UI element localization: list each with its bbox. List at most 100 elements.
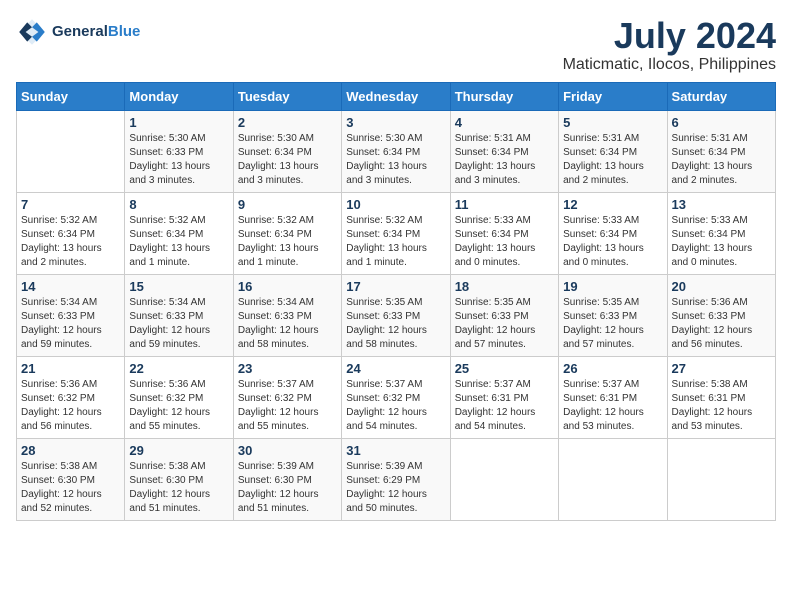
calendar-cell: 16 Sunrise: 5:34 AMSunset: 6:33 PMDayligh…: [233, 274, 341, 356]
day-info: Sunrise: 5:31 AMSunset: 6:34 PMDaylight:…: [672, 132, 771, 188]
day-number: 2: [238, 115, 337, 130]
calendar-cell: [559, 438, 667, 520]
day-number: 28: [21, 443, 120, 458]
day-number: 12: [563, 197, 662, 212]
weekday-header-row: SundayMondayTuesdayWednesdayThursdayFrid…: [17, 82, 776, 110]
day-number: 16: [238, 279, 337, 294]
day-number: 7: [21, 197, 120, 212]
weekday-header: Thursday: [450, 82, 558, 110]
calendar-week-row: 1 Sunrise: 5:30 AMSunset: 6:33 PMDaylight…: [17, 110, 776, 192]
calendar-cell: 10 Sunrise: 5:32 AMSunset: 6:34 PMDayligh…: [342, 192, 450, 274]
day-number: 9: [238, 197, 337, 212]
calendar-cell: 27 Sunrise: 5:38 AMSunset: 6:31 PMDayligh…: [667, 356, 775, 438]
calendar-cell: 29Sunrise: 5:38 AMSunset: 6:30 PMDayligh…: [125, 438, 233, 520]
month-title: July 2024: [563, 16, 776, 56]
calendar-cell: 13 Sunrise: 5:33 AMSunset: 6:34 PMDayligh…: [667, 192, 775, 274]
day-number: 21: [21, 361, 120, 376]
calendar-cell: 30Sunrise: 5:39 AMSunset: 6:30 PMDayligh…: [233, 438, 341, 520]
calendar-cell: 18Sunrise: 5:35 AMSunset: 6:33 PMDayligh…: [450, 274, 558, 356]
day-info: Sunrise: 5:33 AMSunset: 6:34 PMDaylight:…: [672, 214, 771, 270]
day-info: Sunrise: 5:39 AMSunset: 6:29 PMDaylight:…: [346, 460, 445, 516]
day-info: Sunrise: 5:38 AMSunset: 6:31 PMDaylight:…: [672, 378, 771, 434]
calendar-cell: 26 Sunrise: 5:37 AMSunset: 6:31 PMDayligh…: [559, 356, 667, 438]
location-title: Maticmatic, Ilocos, Philippines: [563, 56, 776, 74]
day-info: Sunrise: 5:31 AMSunset: 6:34 PMDaylight:…: [563, 132, 662, 188]
calendar-cell: 24Sunrise: 5:37 AMSunset: 6:32 PMDayligh…: [342, 356, 450, 438]
weekday-header: Friday: [559, 82, 667, 110]
day-number: 31: [346, 443, 445, 458]
day-number: 24: [346, 361, 445, 376]
logo-text: GeneralBlue: [52, 23, 140, 41]
day-info: Sunrise: 5:35 AMSunset: 6:33 PMDaylight:…: [563, 296, 662, 352]
day-info: Sunrise: 5:32 AMSunset: 6:34 PMDaylight:…: [21, 214, 120, 270]
day-number: 4: [455, 115, 554, 130]
calendar-cell: 6 Sunrise: 5:31 AMSunset: 6:34 PMDaylight…: [667, 110, 775, 192]
day-info: Sunrise: 5:33 AMSunset: 6:34 PMDaylight:…: [563, 214, 662, 270]
day-number: 15: [129, 279, 228, 294]
day-number: 3: [346, 115, 445, 130]
day-info: Sunrise: 5:36 AMSunset: 6:32 PMDaylight:…: [21, 378, 120, 434]
calendar-cell: [667, 438, 775, 520]
day-info: Sunrise: 5:38 AMSunset: 6:30 PMDaylight:…: [129, 460, 228, 516]
day-number: 23: [238, 361, 337, 376]
day-number: 20: [672, 279, 771, 294]
day-number: 8: [129, 197, 228, 212]
calendar-cell: 17Sunrise: 5:35 AMSunset: 6:33 PMDayligh…: [342, 274, 450, 356]
day-number: 14: [21, 279, 120, 294]
calendar-cell: 22 Sunrise: 5:36 AMSunset: 6:32 PMDayligh…: [125, 356, 233, 438]
calendar-cell: 2Sunrise: 5:30 AMSunset: 6:34 PMDaylight…: [233, 110, 341, 192]
weekday-header: Monday: [125, 82, 233, 110]
page-header: GeneralBlue July 2024 Maticmatic, Ilocos…: [16, 16, 776, 74]
logo: GeneralBlue: [16, 16, 140, 48]
weekday-header: Wednesday: [342, 82, 450, 110]
day-info: Sunrise: 5:35 AMSunset: 6:33 PMDaylight:…: [346, 296, 445, 352]
calendar-cell: 25 Sunrise: 5:37 AMSunset: 6:31 PMDayligh…: [450, 356, 558, 438]
day-number: 26: [563, 361, 662, 376]
day-number: 6: [672, 115, 771, 130]
logo-icon: [16, 16, 48, 48]
day-number: 30: [238, 443, 337, 458]
day-info: Sunrise: 5:30 AMSunset: 6:34 PMDaylight:…: [346, 132, 445, 188]
calendar-cell: 4Sunrise: 5:31 AMSunset: 6:34 PMDaylight…: [450, 110, 558, 192]
day-number: 13: [672, 197, 771, 212]
calendar-cell: 8Sunrise: 5:32 AMSunset: 6:34 PMDaylight…: [125, 192, 233, 274]
calendar-cell: 19 Sunrise: 5:35 AMSunset: 6:33 PMDayligh…: [559, 274, 667, 356]
day-number: 22: [129, 361, 228, 376]
calendar-cell: [450, 438, 558, 520]
calendar-cell: 14Sunrise: 5:34 AMSunset: 6:33 PMDayligh…: [17, 274, 125, 356]
day-info: Sunrise: 5:32 AMSunset: 6:34 PMDaylight:…: [346, 214, 445, 270]
day-number: 19: [563, 279, 662, 294]
calendar-cell: 28Sunrise: 5:38 AMSunset: 6:30 PMDayligh…: [17, 438, 125, 520]
calendar-cell: 7 Sunrise: 5:32 AMSunset: 6:34 PMDaylight…: [17, 192, 125, 274]
calendar-cell: 9Sunrise: 5:32 AMSunset: 6:34 PMDaylight…: [233, 192, 341, 274]
day-number: 18: [455, 279, 554, 294]
calendar-cell: 3 Sunrise: 5:30 AMSunset: 6:34 PMDaylight…: [342, 110, 450, 192]
day-info: Sunrise: 5:30 AMSunset: 6:33 PMDaylight:…: [129, 132, 228, 188]
day-info: Sunrise: 5:37 AMSunset: 6:31 PMDaylight:…: [563, 378, 662, 434]
calendar-week-row: 7 Sunrise: 5:32 AMSunset: 6:34 PMDaylight…: [17, 192, 776, 274]
weekday-header: Sunday: [17, 82, 125, 110]
day-info: Sunrise: 5:37 AMSunset: 6:32 PMDaylight:…: [238, 378, 337, 434]
calendar-cell: 23 Sunrise: 5:37 AMSunset: 6:32 PMDayligh…: [233, 356, 341, 438]
calendar-cell: 11Sunrise: 5:33 AMSunset: 6:34 PMDayligh…: [450, 192, 558, 274]
day-number: 27: [672, 361, 771, 376]
day-number: 25: [455, 361, 554, 376]
calendar-week-row: 28 Sunrise: 5:38 AMSunset: 6:30 PMDayligh…: [17, 438, 776, 520]
day-number: 10: [346, 197, 445, 212]
day-number: 1: [129, 115, 228, 130]
day-info: Sunrise: 5:34 AMSunset: 6:33 PMDaylight:…: [129, 296, 228, 352]
day-info: Sunrise: 5:36 AMSunset: 6:32 PMDaylight:…: [129, 378, 228, 434]
calendar-cell: 21 Sunrise: 5:36 AMSunset: 6:32 PMDayligh…: [17, 356, 125, 438]
calendar-cell: 5 Sunrise: 5:31 AMSunset: 6:34 PMDaylight…: [559, 110, 667, 192]
calendar-cell: 12 Sunrise: 5:33 AMSunset: 6:34 PMDayligh…: [559, 192, 667, 274]
day-number: 5: [563, 115, 662, 130]
weekday-header: Tuesday: [233, 82, 341, 110]
calendar-cell: [17, 110, 125, 192]
weekday-header: Saturday: [667, 82, 775, 110]
calendar-cell: 15 Sunrise: 5:34 AMSunset: 6:33 PMDayligh…: [125, 274, 233, 356]
calendar-table: SundayMondayTuesdayWednesdayThursdayFrid…: [16, 82, 776, 521]
calendar-week-row: 21 Sunrise: 5:36 AMSunset: 6:32 PMDayligh…: [17, 356, 776, 438]
day-info: Sunrise: 5:34 AMSunset: 6:33 PMDaylight:…: [238, 296, 337, 352]
title-area: July 2024 Maticmatic, Ilocos, Philippine…: [563, 16, 776, 74]
day-info: Sunrise: 5:37 AMSunset: 6:31 PMDaylight:…: [455, 378, 554, 434]
